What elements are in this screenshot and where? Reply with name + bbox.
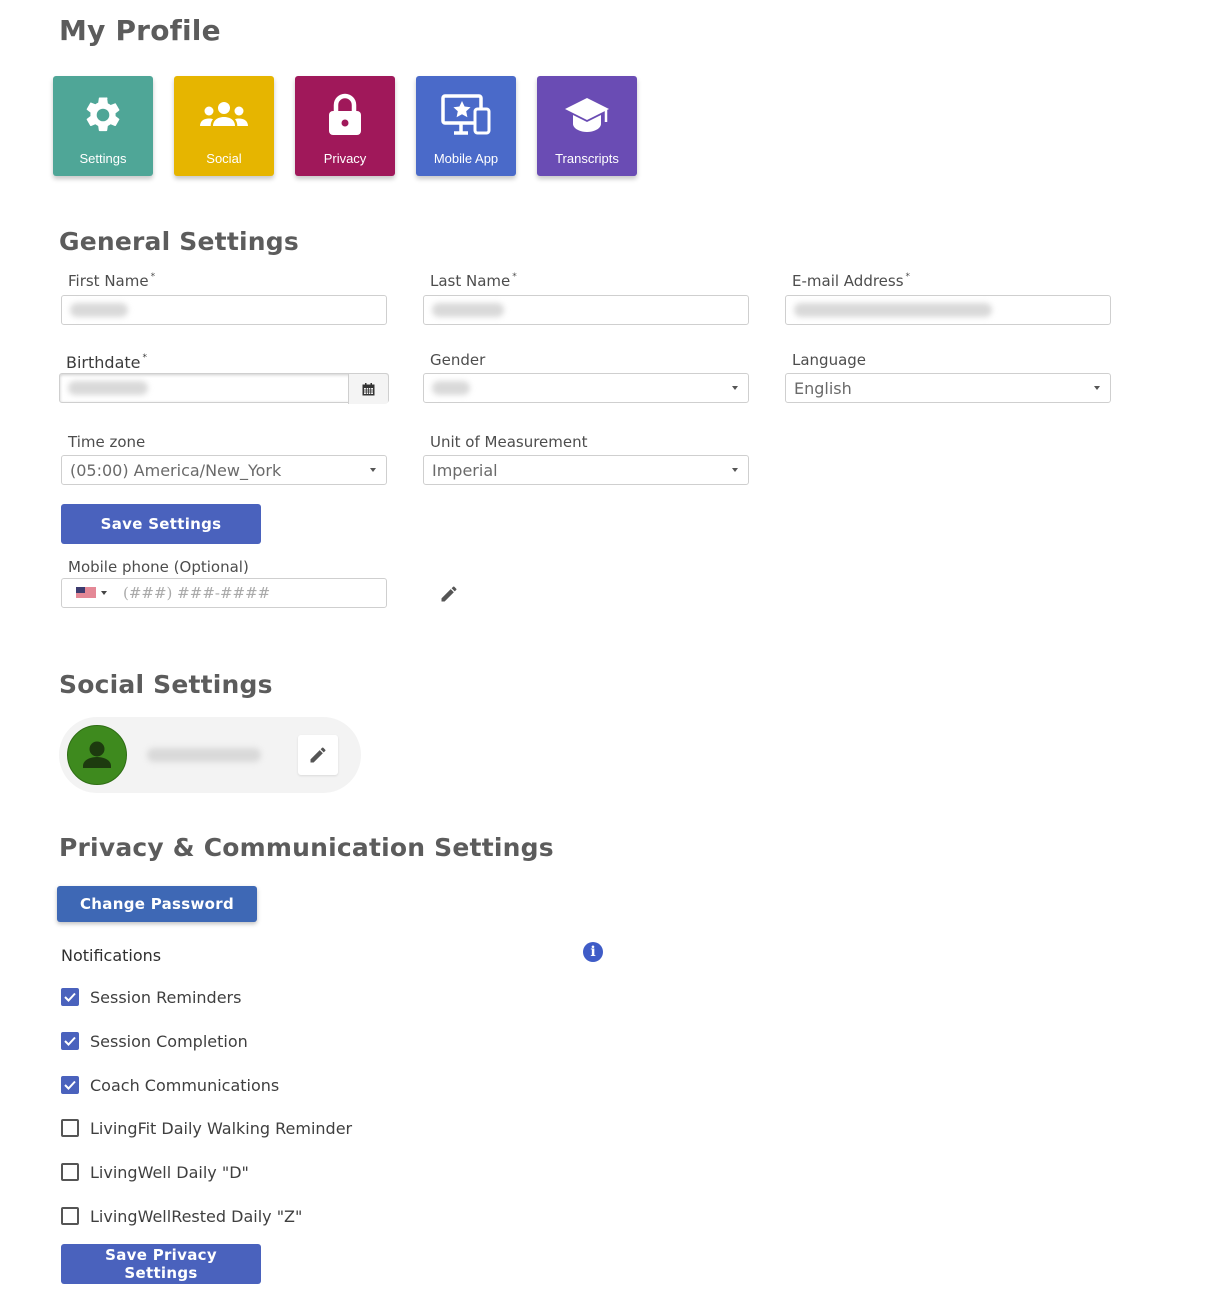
- checkbox-unchecked[interactable]: [61, 1163, 79, 1181]
- info-icon[interactable]: i: [583, 942, 603, 962]
- display-name-blurred: [147, 748, 261, 762]
- privacy-settings-title: Privacy & Communication Settings: [59, 833, 554, 862]
- notification-item[interactable]: Session Reminders: [61, 987, 241, 1007]
- phone-label: Mobile phone (Optional): [68, 558, 249, 576]
- notification-label: Session Completion: [90, 1031, 248, 1051]
- transcripts-tile[interactable]: Transcripts: [537, 76, 637, 176]
- notification-label: LivingWell Daily "D": [90, 1162, 249, 1182]
- devices-star-icon: [416, 92, 516, 138]
- email-label: E-mail Address *: [792, 272, 911, 290]
- gender-select[interactable]: [423, 373, 749, 403]
- notification-item[interactable]: LivingFit Daily Walking Reminder: [61, 1118, 352, 1138]
- tile-label: Settings: [79, 151, 127, 166]
- phone-field[interactable]: (###) ###-####: [61, 578, 387, 608]
- checkbox-unchecked[interactable]: [61, 1119, 79, 1137]
- gear-icon: [53, 92, 153, 138]
- chevron-down-icon: [101, 591, 107, 595]
- social-settings-title: Social Settings: [59, 670, 273, 699]
- page-title: My Profile: [59, 14, 221, 47]
- first-name-field[interactable]: [61, 295, 387, 325]
- mobile-app-tile[interactable]: Mobile App: [416, 76, 516, 176]
- calendar-icon[interactable]: [348, 374, 388, 404]
- pencil-icon: [310, 747, 326, 763]
- tile-label: Social: [206, 151, 242, 166]
- email-field[interactable]: [785, 295, 1111, 325]
- save-settings-button[interactable]: Save Settings: [61, 504, 261, 544]
- us-flag-icon[interactable]: [76, 587, 107, 599]
- edit-phone-pencil-icon[interactable]: [439, 584, 459, 609]
- notifications-label: Notifications: [61, 946, 162, 965]
- notification-label: LivingWellRested Daily "Z": [90, 1206, 303, 1226]
- language-label: Language: [792, 351, 867, 369]
- notification-label: LivingFit Daily Walking Reminder: [90, 1118, 353, 1138]
- save-privacy-settings-button[interactable]: Save Privacy Settings: [61, 1244, 261, 1284]
- notification-label: Session Reminders: [90, 987, 242, 1007]
- avatar[interactable]: [67, 725, 127, 785]
- last-name-field[interactable]: [423, 295, 749, 325]
- phone-placeholder: (###) ###-####: [123, 584, 271, 602]
- general-settings-title: General Settings: [59, 227, 299, 256]
- timezone-label: Time zone: [68, 433, 146, 451]
- unit-value: Imperial: [432, 460, 498, 480]
- notification-item[interactable]: LivingWellRested Daily "Z": [61, 1206, 302, 1226]
- chevron-down-icon: [732, 386, 738, 390]
- language-select[interactable]: English: [785, 373, 1111, 403]
- checkbox-unchecked[interactable]: [61, 1207, 79, 1225]
- chevron-down-icon: [370, 468, 376, 472]
- tile-label: Privacy: [323, 151, 367, 166]
- people-icon: [174, 92, 274, 138]
- notification-label: Coach Communications: [90, 1075, 280, 1095]
- social-profile-card: [59, 717, 361, 793]
- language-value: English: [794, 378, 852, 398]
- checkbox-checked[interactable]: [61, 988, 79, 1006]
- chevron-down-icon: [1094, 386, 1100, 390]
- notification-item[interactable]: Coach Communications: [61, 1075, 279, 1095]
- birthdate-field[interactable]: [59, 373, 389, 404]
- first-name-label: First Name *: [68, 272, 156, 290]
- notification-item[interactable]: Session Completion: [61, 1031, 248, 1051]
- notification-item[interactable]: LivingWell Daily "D": [61, 1162, 249, 1182]
- privacy-tile[interactable]: Privacy: [295, 76, 395, 176]
- settings-tile[interactable]: Settings: [53, 76, 153, 176]
- edit-social-button[interactable]: [298, 735, 338, 775]
- lock-icon: [295, 92, 395, 138]
- tile-label: Mobile App: [433, 151, 499, 166]
- last-name-label: Last Name *: [430, 272, 517, 290]
- checkbox-checked[interactable]: [61, 1032, 79, 1050]
- social-tile[interactable]: Social: [174, 76, 274, 176]
- birthdate-label: Birthdate *: [66, 353, 147, 372]
- checkbox-checked[interactable]: [61, 1076, 79, 1094]
- timezone-value: (05:00) America/New_York: [70, 460, 282, 480]
- unit-select[interactable]: Imperial: [423, 455, 749, 485]
- person-icon: [83, 741, 111, 768]
- gender-label: Gender: [430, 351, 486, 369]
- tile-label: Transcripts: [555, 151, 619, 166]
- unit-label: Unit of Measurement: [430, 433, 588, 451]
- change-password-button[interactable]: Change Password: [57, 886, 257, 922]
- timezone-select[interactable]: (05:00) America/New_York: [61, 455, 387, 485]
- chevron-down-icon: [732, 468, 738, 472]
- graduation-cap-icon: [537, 92, 637, 138]
